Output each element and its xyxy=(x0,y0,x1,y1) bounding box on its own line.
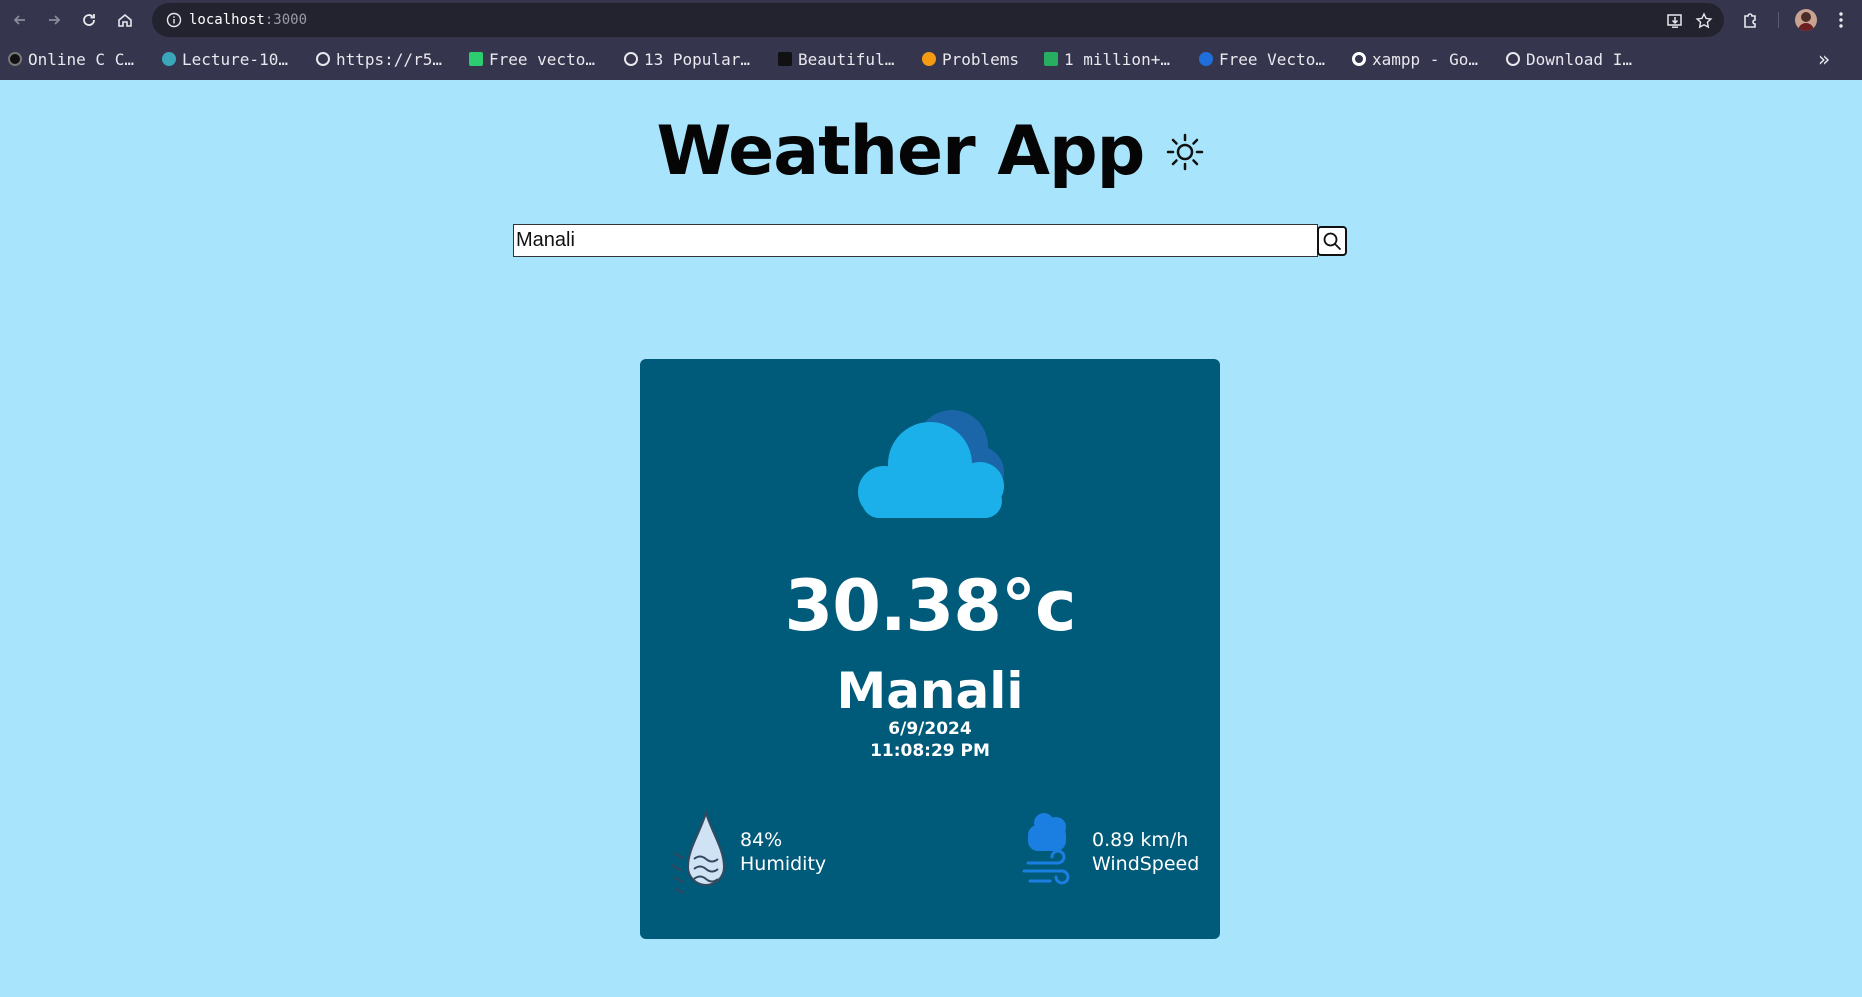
city-name: Manali xyxy=(836,662,1024,720)
globe-icon xyxy=(624,52,638,66)
bookmark-item[interactable]: Beautiful… xyxy=(778,46,894,72)
search-bar xyxy=(513,224,1347,257)
weather-card: 30.38°c Manali 6/9/2024 11:08:29 PM 84% … xyxy=(640,359,1220,939)
code-logo-icon xyxy=(922,52,936,66)
bookmark-item[interactable]: Free Vecto… xyxy=(1199,46,1325,72)
url-host: localhost xyxy=(189,12,265,28)
forward-button[interactable] xyxy=(42,8,66,32)
bookmark-item[interactable]: Online C C… xyxy=(8,46,134,72)
bookmark-label: Download I… xyxy=(1526,49,1632,69)
bookmark-label: xampp - Go… xyxy=(1372,49,1478,69)
bookmark-label: Problems xyxy=(942,49,1020,69)
bookmark-label: Online C C… xyxy=(28,49,134,69)
bookmark-label: Free Vecto… xyxy=(1219,49,1325,69)
wind-stat: 0.89 km/h WindSpeed xyxy=(1022,809,1220,899)
page-title: Weather App xyxy=(656,112,1146,191)
search-input[interactable] xyxy=(513,224,1318,257)
arrow-left-icon xyxy=(13,15,25,25)
bookmark-item[interactable]: https://r5… xyxy=(316,46,442,72)
eye-icon xyxy=(8,52,22,66)
wind-icon xyxy=(1022,813,1070,885)
site-info-icon[interactable] xyxy=(166,12,182,28)
reload-button[interactable] xyxy=(77,8,101,32)
google-icon xyxy=(1352,52,1366,66)
px-logo-icon xyxy=(1044,52,1058,66)
app-header: Weather App xyxy=(0,112,1862,191)
bookmark-item[interactable]: 1 million+… xyxy=(1044,46,1170,72)
date: 6/9/2024 xyxy=(888,719,972,739)
browser-toolbar: localhost:3000 xyxy=(0,0,1862,40)
address-bar[interactable]: localhost:3000 xyxy=(152,3,1724,37)
globe-icon xyxy=(1506,52,1520,66)
sun-icon xyxy=(1167,133,1204,170)
bookmark-label: Free vecto… xyxy=(489,49,595,69)
wind-value: 0.89 km/h xyxy=(1092,829,1189,851)
search-icon xyxy=(1323,232,1341,250)
cloud-icon xyxy=(858,410,1004,518)
bookmarks-bar: Online C C… Lecture-10… https://r5… Free… xyxy=(0,46,1862,72)
bookmark-item[interactable]: 13 Popular… xyxy=(624,46,750,72)
shield-logo-icon xyxy=(1199,52,1213,66)
kebab-menu-icon xyxy=(1839,12,1843,28)
reload-icon xyxy=(83,14,95,26)
globe-icon xyxy=(316,52,330,66)
bookmark-item[interactable]: Free vecto… xyxy=(469,46,595,72)
browser-chrome: localhost:3000 Online C C… Lecture-10… h… xyxy=(0,0,1862,80)
temperature: 30.38°c xyxy=(784,565,1077,647)
time: 11:08:29 PM xyxy=(870,741,990,761)
s-logo-icon xyxy=(162,52,176,66)
bookmark-label: Lecture-10… xyxy=(182,49,288,69)
home-icon xyxy=(118,13,132,27)
vector-logo-icon xyxy=(469,52,483,66)
browser-menu-button[interactable] xyxy=(1830,9,1852,31)
bookmark-item[interactable]: Download I… xyxy=(1506,46,1632,72)
bookmark-label: 13 Popular… xyxy=(644,49,750,69)
back-button[interactable] xyxy=(8,8,32,32)
bookmark-star-icon[interactable] xyxy=(1695,12,1713,30)
extensions-button[interactable] xyxy=(1740,9,1762,31)
home-button[interactable] xyxy=(113,8,137,32)
bookmark-item[interactable]: Problems xyxy=(922,46,1019,72)
bookmark-label: https://r5… xyxy=(336,49,442,69)
url-port: :3000 xyxy=(264,12,308,28)
humidity-value: 84% xyxy=(740,829,783,851)
toolbar-divider xyxy=(1778,12,1779,28)
more-bookmarks-chevron-icon[interactable]: » xyxy=(1818,47,1830,71)
bookmark-item[interactable]: Lecture-10… xyxy=(162,46,288,72)
search-button[interactable] xyxy=(1317,226,1347,256)
arrow-right-icon xyxy=(49,15,61,25)
puzzle-icon xyxy=(1744,13,1756,28)
install-app-icon[interactable] xyxy=(1666,12,1684,30)
url-text: localhost:3000 xyxy=(189,12,307,28)
wind-label: WindSpeed xyxy=(1092,853,1200,875)
humidity-stat: 84% Humidity xyxy=(670,809,870,899)
humidity-label: Humidity xyxy=(740,853,827,875)
humidity-icon xyxy=(671,809,726,894)
bookmark-item[interactable]: xampp - Go… xyxy=(1352,46,1478,72)
bookmark-label: 1 million+… xyxy=(1064,49,1170,69)
bookmark-label: Beautiful… xyxy=(798,49,895,69)
profile-avatar[interactable] xyxy=(1795,9,1817,31)
tools-icon xyxy=(778,52,792,66)
